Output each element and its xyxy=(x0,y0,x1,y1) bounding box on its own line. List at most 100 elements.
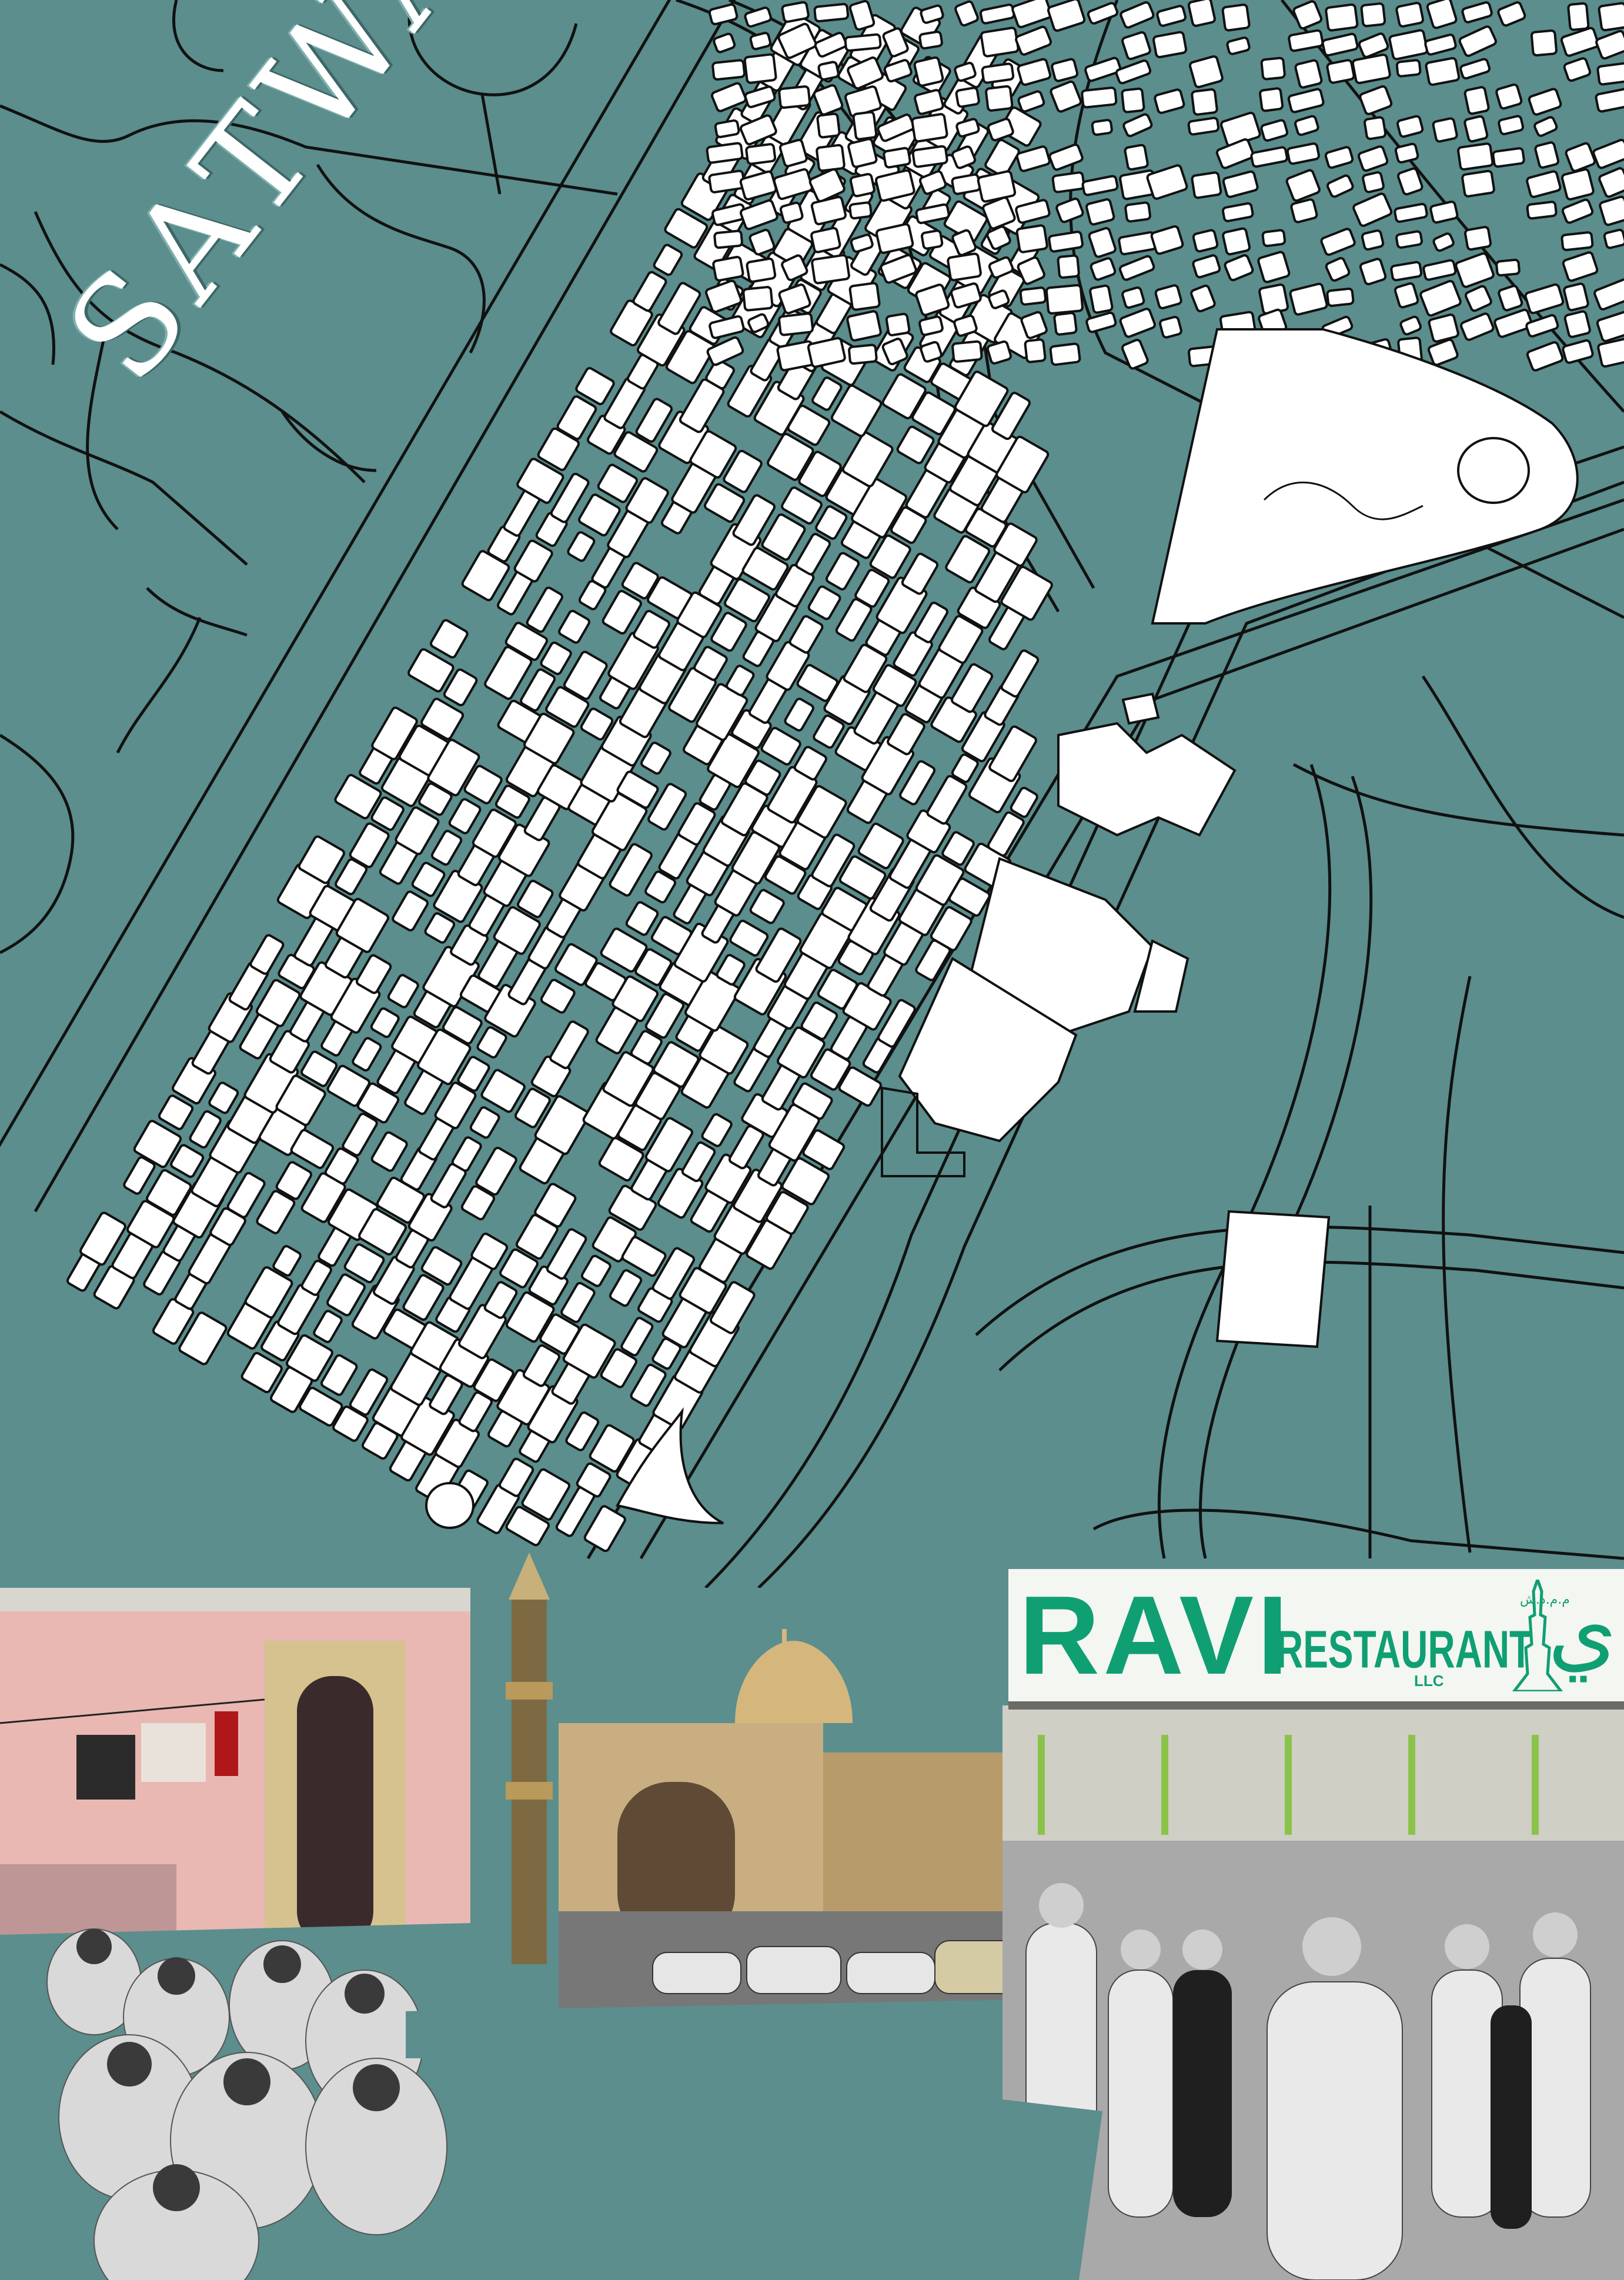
building-block xyxy=(986,340,1013,365)
building-block xyxy=(1024,338,1047,363)
building-block xyxy=(1287,88,1325,114)
building-block xyxy=(979,4,1015,25)
building-block xyxy=(1122,113,1153,138)
building-block xyxy=(1498,285,1523,312)
building-block xyxy=(1395,2,1425,28)
building-block xyxy=(1426,0,1458,29)
building-block xyxy=(1085,198,1115,226)
building-block xyxy=(392,890,429,932)
building-block xyxy=(1461,1,1493,24)
building-block xyxy=(918,315,944,336)
building-block xyxy=(560,1281,596,1323)
building-block xyxy=(1351,54,1391,85)
building-block xyxy=(1560,26,1599,57)
building-block xyxy=(1592,139,1624,169)
building-block xyxy=(1394,142,1419,163)
building-block xyxy=(1598,2,1624,32)
building-block xyxy=(1154,284,1182,309)
building-block xyxy=(915,203,950,225)
building-block xyxy=(451,1136,482,1172)
building-block xyxy=(430,830,463,866)
building-block xyxy=(728,1124,764,1170)
building-block xyxy=(1563,57,1592,82)
building-block xyxy=(1081,175,1119,196)
building-block xyxy=(1091,119,1113,136)
building-block xyxy=(954,0,979,27)
building-block xyxy=(981,62,1015,84)
building-block xyxy=(1121,31,1151,61)
building-block xyxy=(1596,62,1624,86)
building-block xyxy=(1050,80,1082,113)
building-block xyxy=(911,145,948,168)
building-block xyxy=(711,82,747,112)
building-block xyxy=(920,229,944,250)
building-block xyxy=(779,201,804,224)
building-block xyxy=(1285,169,1321,202)
building-block xyxy=(1530,29,1558,56)
building-block xyxy=(1497,1,1526,27)
building-block xyxy=(1425,56,1461,86)
building-block xyxy=(565,1411,600,1451)
building-block xyxy=(713,32,736,54)
building-block xyxy=(883,146,911,169)
building-block xyxy=(701,1113,733,1147)
building-block xyxy=(1156,5,1187,27)
building-block xyxy=(1533,116,1558,137)
building-block xyxy=(1352,192,1393,227)
building-block xyxy=(540,979,576,1014)
building-block xyxy=(1565,142,1596,172)
building-block xyxy=(1000,649,1040,698)
building-block xyxy=(1087,2,1118,25)
building-block xyxy=(1221,202,1254,222)
building-block xyxy=(847,138,878,168)
building-block xyxy=(1599,195,1624,226)
building-block xyxy=(1048,143,1084,171)
building-block xyxy=(1047,0,1086,32)
building-block xyxy=(549,1020,589,1070)
building-block xyxy=(811,254,850,285)
building-block xyxy=(1492,147,1525,168)
building-block xyxy=(370,1007,400,1039)
building-block xyxy=(578,493,621,537)
building-block xyxy=(1292,0,1323,30)
building-block xyxy=(980,26,1020,58)
building-block xyxy=(469,1106,500,1139)
building-block xyxy=(1321,32,1359,57)
building-block xyxy=(1595,87,1624,113)
building-block xyxy=(1015,145,1051,172)
building-block xyxy=(475,1146,517,1196)
building-block xyxy=(1464,226,1492,251)
restaurant-sign: RAVI RESTAURANT LLC م.م.ذ.ش ي xyxy=(1008,1569,1624,1710)
building-block xyxy=(1124,143,1149,171)
building-block xyxy=(1192,254,1221,279)
building-block xyxy=(1154,88,1185,114)
building-block xyxy=(300,1260,332,1296)
building-block xyxy=(1286,142,1320,165)
building-block xyxy=(526,586,563,633)
mosque-photo xyxy=(406,1553,1023,2058)
building-block xyxy=(1192,229,1219,253)
building-block xyxy=(1187,116,1220,136)
building-block xyxy=(1325,257,1351,282)
building-block xyxy=(620,1317,654,1357)
building-block xyxy=(708,169,746,193)
building-block xyxy=(1563,310,1591,338)
building-block xyxy=(1326,59,1355,84)
building-block xyxy=(1461,169,1495,198)
building-block xyxy=(1526,341,1564,372)
building-block xyxy=(249,934,285,975)
building-block xyxy=(746,257,777,283)
building-block xyxy=(580,1254,611,1287)
building-block xyxy=(1498,115,1525,136)
building-block xyxy=(1561,198,1594,224)
building-block xyxy=(1261,229,1286,248)
building-block xyxy=(1121,339,1149,370)
building-block xyxy=(1326,288,1355,307)
building-block xyxy=(813,2,850,23)
building-block xyxy=(849,173,876,198)
building-block xyxy=(567,531,596,562)
building-block xyxy=(1460,312,1495,341)
building-block xyxy=(1463,115,1489,143)
building-block xyxy=(951,340,983,363)
building-block xyxy=(926,775,968,825)
